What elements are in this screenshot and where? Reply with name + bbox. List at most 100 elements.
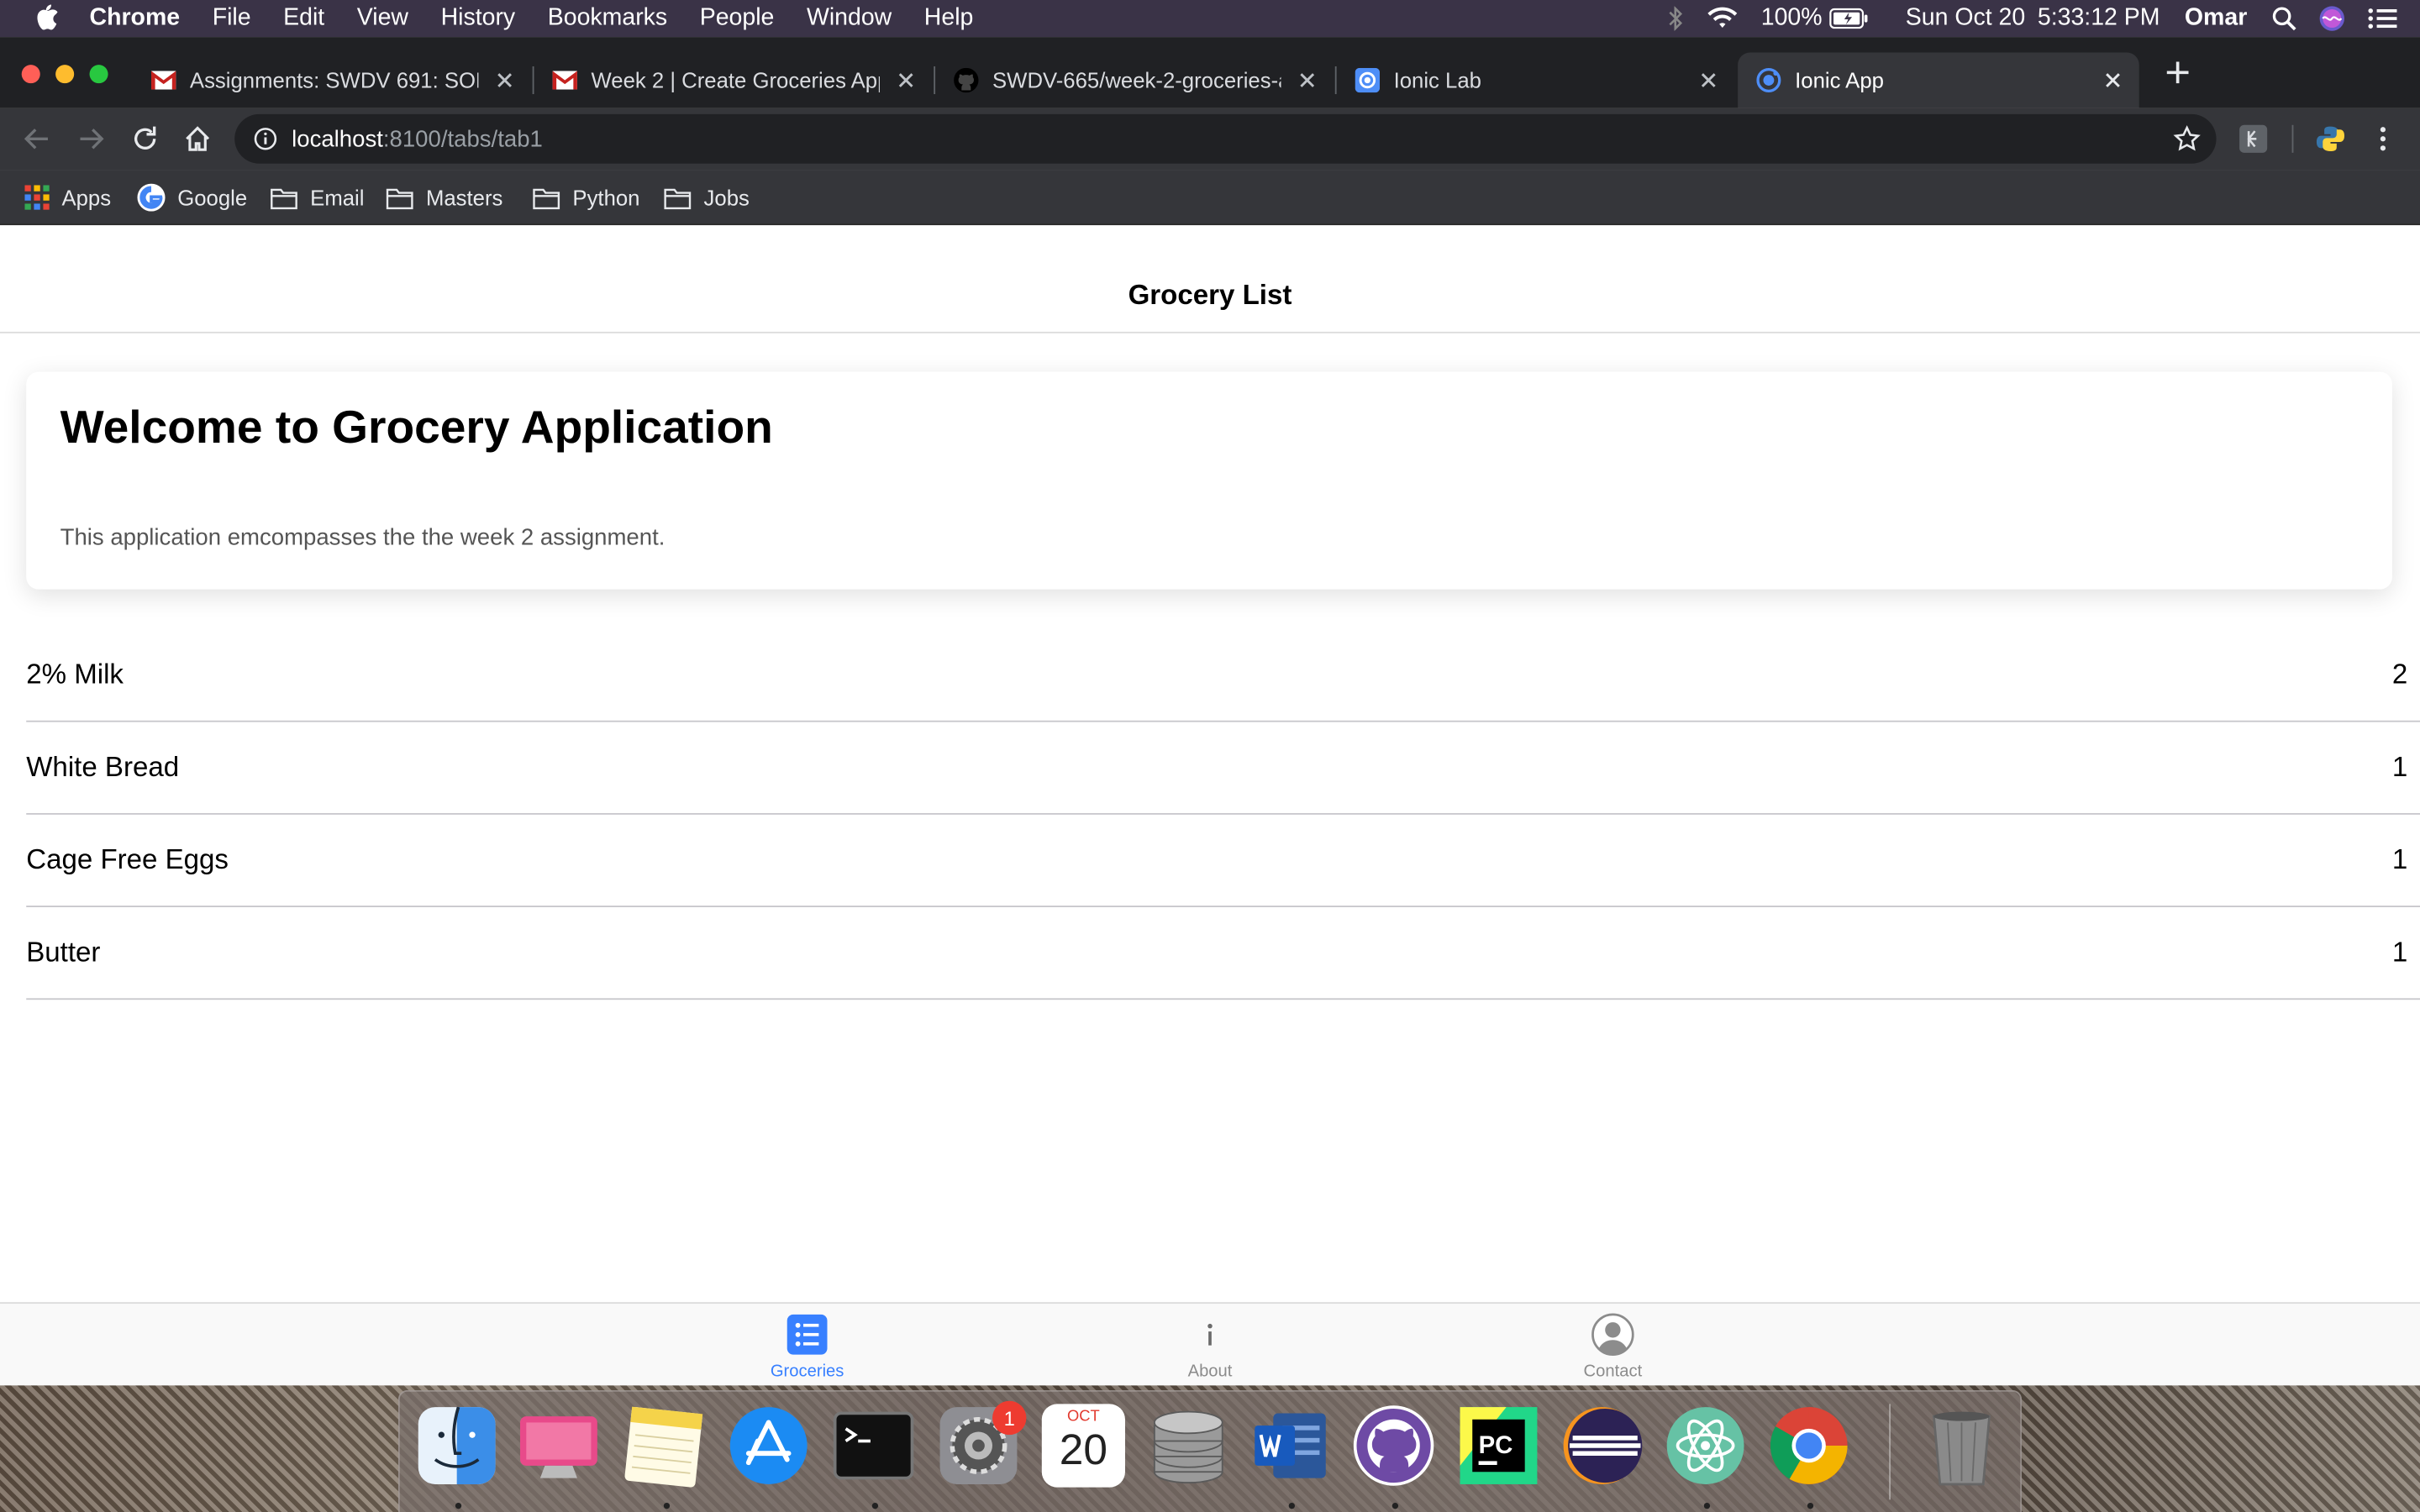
close-tab-icon[interactable] [492,68,517,92]
menubar-user[interactable]: Omar [2185,5,2247,33]
browser-tab[interactable]: Assignments: SWDV 691: SOFTV [133,52,531,108]
grocery-item[interactable]: White Bread 1 [26,722,2420,815]
site-info-icon[interactable] [253,127,277,151]
home-icon[interactable] [182,123,213,155]
item-name: White Bread [26,751,180,783]
browser-toolbar: localhost:8100/tabs/tab1 [0,108,2420,171]
spotlight-search-icon[interactable] [2272,6,2296,31]
web-page: Grocery List Welcome to Grocery Applicat… [0,225,2420,1386]
browser-tab[interactable]: SWDV-665/week-2-groceries-a [935,52,1334,108]
apple-icon[interactable] [34,4,58,33]
back-arrow-icon[interactable] [22,123,53,155]
menu-window[interactable]: Window [807,5,892,33]
running-indicator [455,1502,462,1509]
database-icon[interactable] [1147,1404,1230,1487]
trash-icon[interactable] [1920,1404,2003,1487]
tab-about[interactable]: About [1149,1313,1272,1383]
dock-separator [1889,1404,1891,1500]
bluetooth-icon[interactable] [1669,6,1684,31]
siri-icon[interactable] [2318,5,2346,33]
word-icon[interactable] [1249,1404,1332,1487]
python-extension-icon[interactable] [2315,123,2346,155]
running-indicator [1703,1502,1711,1509]
forward-arrow-icon[interactable] [76,123,107,155]
tab-title: Week 2 | Create Groceries App [591,67,880,93]
eclipse-icon[interactable] [1560,1404,1644,1487]
close-tab-icon[interactable] [2101,68,2125,92]
card-title: Welcome to Grocery Application [60,402,773,454]
browser-tab[interactable]: Ionic Lab [1337,52,1735,108]
minimize-window-button[interactable] [55,65,75,84]
github-desktop-icon[interactable] [1352,1404,1435,1487]
notification-center-icon[interactable] [2368,8,2399,29]
pycharm-icon[interactable]: PC [1457,1404,1540,1487]
bookmark-apps[interactable]: Apps [24,182,111,213]
menu-edit[interactable]: Edit [283,5,324,33]
browser-tab-active[interactable]: Ionic App [1738,52,2139,108]
menubar-date[interactable]: Sun Oct 20 [1906,5,2025,33]
tab-label: Groceries [770,1362,844,1381]
tab-label: About [1187,1362,1233,1381]
bookmark-folder-jobs[interactable]: Jobs [664,182,750,213]
cleanmymac-icon[interactable] [517,1404,600,1487]
close-tab-icon[interactable] [893,68,918,92]
new-tab-plus-icon[interactable] [2160,55,2194,89]
grocery-item[interactable]: 2% Milk 2 [26,629,2420,722]
tab-title: SWDV-665/week-2-groceries-a [992,67,1281,93]
folder-icon [533,187,560,209]
gmail-icon [552,71,577,90]
item-name: Cage Free Eggs [26,843,229,875]
welcome-card: Welcome to Grocery Application This appl… [26,371,2392,590]
reload-icon[interactable] [129,123,160,155]
running-indicator [871,1502,879,1509]
menu-help[interactable]: Help [924,5,974,33]
person-icon [1591,1313,1634,1357]
bookmark-folder-masters[interactable]: Masters [386,182,502,213]
info-icon [1207,1323,1213,1346]
battery-icon[interactable] [1828,8,1869,29]
calendar-day: 20 [1059,1425,1108,1474]
folder-icon [271,187,297,209]
zoom-window-button[interactable] [89,65,108,84]
google-icon [137,183,166,212]
tab-contact[interactable]: Contact [1551,1313,1675,1383]
terminal-icon[interactable] [832,1404,915,1487]
menubar-time[interactable]: 5:33:12 PM [2038,5,2160,33]
menu-history[interactable]: History [441,5,516,33]
atom-icon[interactable] [1664,1404,1747,1487]
wifi-icon[interactable] [1706,6,1739,30]
grocery-item[interactable]: Cage Free Eggs 1 [26,815,2420,907]
toolbar-divider [2291,124,2294,153]
menu-file[interactable]: File [213,5,251,33]
item-quantity: 1 [2391,751,2408,783]
tab-groceries[interactable]: Groceries [745,1313,869,1383]
bookmark-folder-email[interactable]: Email [270,182,364,213]
menu-bookmarks[interactable]: Bookmarks [548,5,667,33]
chrome-menu-icon[interactable] [2368,123,2399,155]
close-tab-icon[interactable] [1697,68,1721,92]
menu-view[interactable]: View [357,5,408,33]
macos-dock: 1 OCT 20 PC [397,1389,2023,1512]
menu-app-name[interactable]: Chrome [90,5,181,33]
app-store-icon[interactable] [727,1404,810,1487]
bookmark-label: Apps [61,185,112,210]
bookmark-folder-python[interactable]: Python [533,182,639,213]
tab-title: Ionic App [1795,67,1884,93]
grocery-item[interactable]: Butter 1 [26,907,2420,1000]
calendar-icon[interactable]: OCT 20 [1041,1404,1125,1488]
finder-icon[interactable] [415,1404,498,1487]
address-bar[interactable]: localhost:8100/tabs/tab1 [234,113,2217,164]
menu-people[interactable]: People [700,5,775,33]
close-window-button[interactable] [21,65,40,84]
bookmark-star-icon[interactable] [2173,125,2201,153]
page-title: Grocery List [1128,279,1292,311]
chrome-icon[interactable] [1767,1404,1850,1487]
notes-icon[interactable] [622,1404,705,1488]
url-text[interactable]: localhost:8100/tabs/tab1 [292,126,543,152]
bookmark-google[interactable]: Google [137,182,247,213]
close-tab-icon[interactable] [1295,68,1319,92]
extension-icon[interactable] [2238,123,2269,155]
browser-tab[interactable]: Week 2 | Create Groceries App [534,52,933,108]
running-indicator [1288,1502,1296,1509]
browser-tab-strip: Assignments: SWDV 691: SOFTV Week 2 | Cr… [0,37,2420,108]
